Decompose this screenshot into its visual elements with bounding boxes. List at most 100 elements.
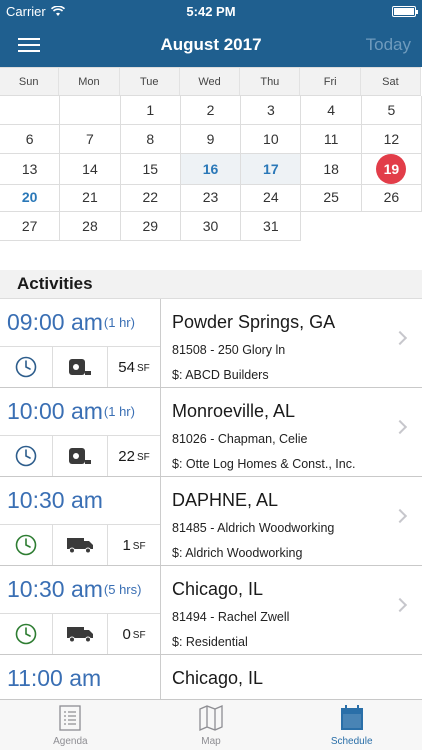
calendar-day-number: 9 [206,131,215,147]
calendar-day-14[interactable]: 14 [60,154,121,185]
weekday-label: Sun [0,68,60,95]
clock-icon [0,525,53,565]
calendar-day-number: 20 [21,189,38,205]
today-button[interactable]: Today [366,35,422,55]
truck-icon [53,525,108,565]
calendar-day-number: 29 [142,218,159,234]
activity-info: Monroeville, AL 81026 - Chapman, Celie $: … [161,388,422,476]
calendar-day-16[interactable]: 16 [180,154,242,185]
activity-quantity: 1 SF [108,525,160,565]
calendar-day-7[interactable]: 7 [60,125,121,154]
activity-row[interactable]: 09:00 am (1 hr) 54 SF Powder Springs, GA 8150… [0,299,422,388]
calendar-day-number: 15 [142,161,159,177]
weekday-label: Thu [240,68,301,95]
calendar-day-26[interactable]: 26 [361,183,422,212]
calendar-day-5[interactable]: 5 [361,96,422,125]
activity-quantity-value: 0 [122,625,131,643]
weekday-label: Fri [300,68,361,95]
calendar-day-4[interactable]: 4 [301,96,362,125]
activity-client: $: Otte Log Homes & Const., Inc. [172,457,356,471]
calendar-day-number: 28 [82,218,98,234]
activity-time: 09:00 am (1 hr) [0,299,160,347]
calendar-day-6[interactable]: 6 [0,125,61,154]
calendar-day-18[interactable]: 18 [301,154,362,185]
calendar-day-number: 27 [21,218,38,234]
activity-summary: 09:00 am (1 hr) 54 SF [0,299,161,387]
menu-button[interactable] [0,22,58,67]
activity-quantity: 54 SF [108,347,160,387]
calendar-day-number: 16 [202,161,219,177]
calendar-day-9[interactable]: 9 [180,125,242,154]
calendar-day-number: 26 [383,189,400,205]
calendar-day-30[interactable]: 30 [180,212,242,241]
nav-bar: August 2017 Today [0,22,422,67]
activity-quantity: 0 SF [108,614,160,654]
tab-agenda[interactable]: Agenda [0,700,141,750]
calendar-day-11[interactable]: 11 [301,125,362,154]
calendar-day-number: 25 [323,189,339,205]
calendar-day-15[interactable]: 15 [120,154,181,185]
calendar-day-number: 24 [263,189,279,205]
calendar: Sun Mon Tue Wed Thu Fri Sat 1 2 3 4 5 6 7 8 9 10 11 12 13 1… [0,67,422,241]
calendar-day-8[interactable]: 8 [120,125,181,154]
calendar-day-12[interactable]: 12 [361,125,422,154]
activity-quantity-value: 54 [118,358,135,376]
activity-job: 81508 - 250 Glory ln [172,343,286,357]
calendar-week: 13 14 15 16 17 18 19 [0,154,422,185]
weekday-label: Tue [120,68,180,95]
activity-time-value: 10:00 am [7,398,103,424]
calendar-icon [340,705,364,731]
activity-time: 10:30 am [0,477,160,525]
activity-unit: SF [136,452,150,463]
calendar-day-13[interactable]: 13 [0,154,61,185]
clock-icon [0,347,53,387]
tab-label: Schedule [330,736,373,747]
calendar-day-empty [301,212,362,241]
calendar-day-25[interactable]: 25 [301,183,362,212]
calendar-day-31[interactable]: 31 [241,212,302,241]
activity-list: 09:00 am (1 hr) 54 SF Powder Springs, GA 8150… [0,299,422,744]
activity-row[interactable]: 10:00 am (1 hr) 22 SF Monroeville, AL 81026 -… [0,388,422,477]
activity-client: $: Residential [172,635,248,649]
activity-details: 1 SF [0,525,160,565]
calendar-day-number: 13 [21,161,38,177]
activity-time-value: 10:30 am [7,487,103,513]
calendar-day-10[interactable]: 10 [241,125,302,154]
calendar-day-number: 11 [323,131,339,147]
tab-map[interactable]: Map [141,700,282,750]
activity-city: Chicago, IL [172,579,264,599]
activity-details: 0 SF [0,614,160,654]
calendar-day-27[interactable]: 27 [0,212,61,241]
weekday-label: Sat [361,68,422,95]
calendar-day-17[interactable]: 17 [241,154,302,185]
calendar-day-19[interactable]: 19 [361,154,422,185]
activity-city: Chicago, IL [172,668,264,688]
activity-row[interactable]: 10:30 am (5 hrs) 0 SF Chicago, IL 81494 - Rac… [0,566,422,655]
calendar-week: 1 2 3 4 5 [0,96,422,125]
calendar-day-21[interactable]: 21 [60,183,121,212]
weekday-label: Wed [180,68,241,95]
calendar-day-number: 22 [142,189,159,205]
calendar-day-number: 7 [86,131,94,147]
activity-row[interactable]: 10:30 am 1 SF DAPHNE, AL 81485 - Aldrich Woo… [0,477,422,566]
weekday-label: Mon [59,68,120,95]
calendar-day-28[interactable]: 28 [60,212,121,241]
calendar-day-20[interactable]: 20 [0,183,61,212]
calendar-day-empty [60,96,121,125]
battery-icon [392,5,418,17]
calendar-day-29[interactable]: 29 [120,212,181,241]
calendar-day-23[interactable]: 23 [180,183,242,212]
calendar-day-22[interactable]: 22 [120,183,181,212]
calendar-day-3[interactable]: 3 [241,96,302,125]
calendar-week: 6 7 8 9 10 11 12 [0,125,422,154]
calendar-day-1[interactable]: 1 [120,96,181,125]
calendar-day-number: 21 [82,189,98,205]
calendar-weeks: 1 2 3 4 5 6 7 8 9 10 11 12 13 14 15 16 17 18 19 20 21 22 23 24 2… [0,96,422,241]
calendar-day-24[interactable]: 24 [241,183,302,212]
activity-info: Chicago, IL 81494 - Rachel Zwell $: Reside… [161,566,422,654]
truck-icon [53,614,108,654]
calendar-day-2[interactable]: 2 [180,96,242,125]
activity-unit: SF [136,363,150,374]
activity-time: 10:30 am (5 hrs) [0,566,160,614]
tab-schedule[interactable]: Schedule [281,700,422,750]
